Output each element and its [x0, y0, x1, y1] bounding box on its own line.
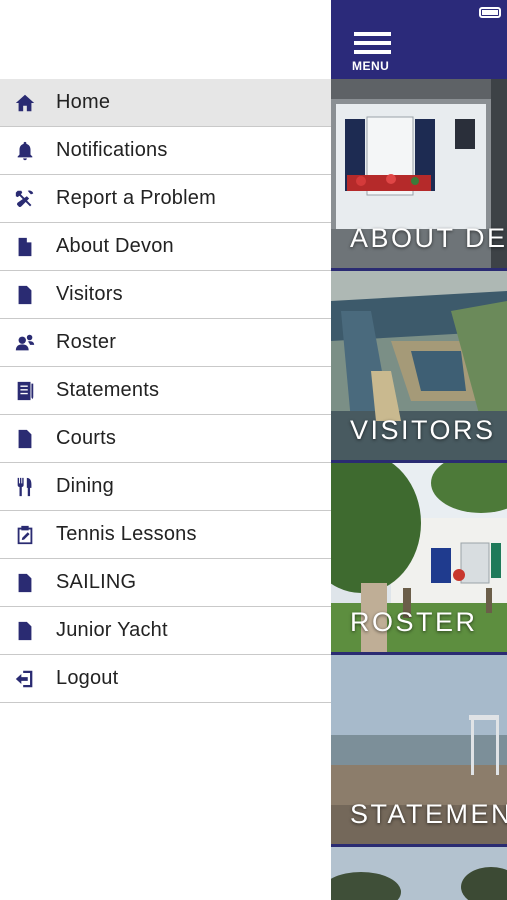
menu-button-label: MENU: [352, 59, 390, 73]
menu-item-logout[interactable]: Logout: [0, 655, 331, 703]
tools-icon: [13, 187, 37, 211]
document-icon: [13, 427, 37, 451]
tile-visitors[interactable]: VISITORS: [331, 271, 507, 460]
menu-item-label: Home: [56, 91, 111, 113]
menu-item-label: Dining: [56, 475, 114, 497]
tile-statements[interactable]: STATEMEN: [331, 655, 507, 844]
menu-item-tennis-lessons[interactable]: Tennis Lessons: [0, 511, 331, 559]
menu-list: Home Notifications Report a Problem Abou…: [0, 79, 331, 703]
tile-caption: VISITORS: [350, 415, 496, 445]
document-icon: [13, 571, 37, 595]
menu-item-visitors[interactable]: Visitors: [0, 271, 331, 319]
document-icon: [13, 283, 37, 307]
document-icon: [13, 619, 37, 643]
tile-roster[interactable]: ROSTER: [331, 463, 507, 652]
menu-item-label: Tennis Lessons: [56, 523, 197, 545]
menu-button[interactable]: MENU: [352, 32, 396, 74]
tile-caption: ABOUT DE: [350, 223, 507, 253]
menu-item-notifications[interactable]: Notifications: [0, 127, 331, 175]
logout-icon: [13, 667, 37, 691]
tile-about[interactable]: ABOUT DE: [331, 79, 507, 268]
menu-item-label: Visitors: [56, 283, 123, 305]
menu-item-sailing[interactable]: SAILING: [0, 559, 331, 607]
bell-icon: [13, 139, 37, 163]
menu-item-home[interactable]: Home: [0, 79, 331, 127]
tile-more[interactable]: [331, 847, 507, 900]
navigation-drawer: Home Notifications Report a Problem Abou…: [0, 0, 331, 900]
clipboard-edit-icon: [13, 523, 37, 547]
menu-item-statements[interactable]: Statements: [0, 367, 331, 415]
menu-item-label: Notifications: [56, 139, 168, 161]
menu-item-label: Logout: [56, 667, 119, 689]
people-icon: [13, 331, 37, 355]
menu-item-dining[interactable]: Dining: [0, 463, 331, 511]
tile-caption: STATEMEN: [350, 799, 507, 829]
menu-item-junior-yacht[interactable]: Junior Yacht: [0, 607, 331, 655]
tile-caption: ROSTER: [350, 607, 478, 637]
menu-item-label: Courts: [56, 427, 117, 449]
menu-item-courts[interactable]: Courts: [0, 415, 331, 463]
menu-item-label: About Devon: [56, 235, 174, 257]
menu-item-label: Report a Problem: [56, 187, 216, 209]
menu-item-report-a-problem[interactable]: Report a Problem: [0, 175, 331, 223]
home-icon: [13, 91, 37, 115]
menu-item-roster[interactable]: Roster: [0, 319, 331, 367]
menu-item-label: Roster: [56, 331, 117, 353]
menu-item-label: SAILING: [56, 571, 137, 593]
statement-icon: [13, 379, 37, 403]
document-icon: [13, 235, 37, 259]
battery-icon: [479, 7, 501, 18]
next-tile-image: [331, 847, 507, 900]
menu-item-label: Junior Yacht: [56, 619, 168, 641]
menu-item-label: Statements: [56, 379, 160, 401]
menu-item-about-devon[interactable]: About Devon: [0, 223, 331, 271]
content-panel: MENU ABOUT DE VISITORS ROSTER STATEMEN: [331, 0, 507, 900]
top-bar: MENU: [331, 0, 507, 79]
fork-knife-icon: [13, 475, 37, 499]
